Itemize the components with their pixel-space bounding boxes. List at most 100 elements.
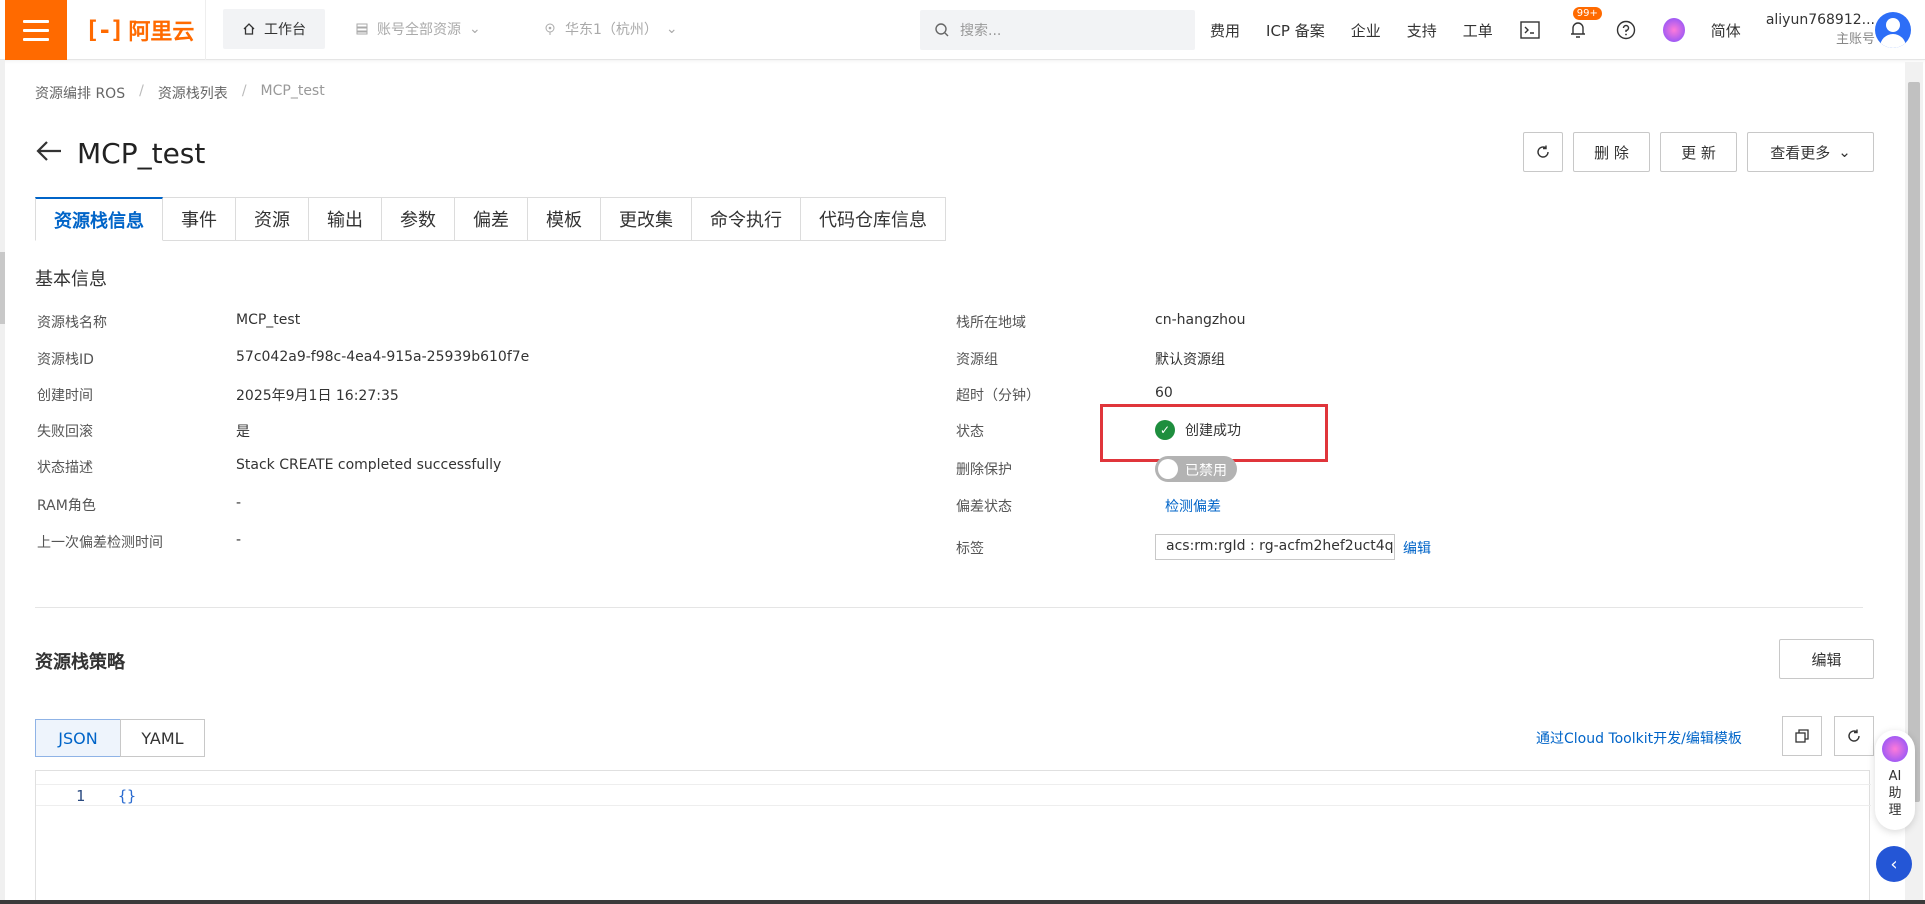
toggle-knob [1158,459,1178,479]
info-label: 删除保护 [956,462,1012,478]
chevron-down-icon: ⌄ [665,21,678,37]
cloud-toolkit-link[interactable]: 通过Cloud Toolkit开发/编辑模板 [1536,728,1742,748]
terminal-icon[interactable] [1519,19,1541,41]
nav-link-enterprise[interactable]: 企业 [1351,20,1381,41]
search-icon [935,23,949,37]
edit-tags-link[interactable]: 编辑 [1403,538,1431,558]
info-value-region: cn-hangzhou [1155,312,1246,328]
username: aliyun768912... [1765,12,1875,28]
info-value-timeout: 60 [1155,385,1173,401]
logo[interactable]: [-] 阿里云 [85,15,194,45]
more-dropdown-button[interactable]: 查看更多 ⌄ [1747,132,1874,172]
nav-link-support[interactable]: 支持 [1407,20,1437,41]
tab-parameters[interactable]: 参数 [382,197,455,241]
code-editor[interactable]: 1 {} [35,770,1871,904]
info-label: 状态 [956,424,984,440]
info-label: 超时（分钟） [956,388,1040,404]
account-scope-label: 账号全部资源 [377,22,461,38]
toggle-text: 已禁用 [1185,463,1227,479]
tab-resources[interactable]: 资源 [236,197,309,241]
info-value-stack-id: 57c042a9-f98c-4ea4-915a-25939b610f7e [236,349,530,365]
highlight-annotation [1100,404,1328,462]
notification-badge: 99+ [1572,7,1602,20]
copy-button[interactable] [1782,716,1822,756]
editor-active-line [36,784,1871,806]
workbench-button[interactable]: 工作台 [223,9,325,49]
workbench-label: 工作台 [264,22,306,38]
divider [205,0,206,60]
info-label: 资源栈名称 [37,315,107,331]
avatar[interactable] [1875,12,1911,48]
breadcrumb: 资源编排 ROS / 资源栈列表 / MCP_test [35,83,325,103]
ai-star-icon[interactable] [1662,18,1685,42]
policy-title: 资源栈策略 [35,652,125,673]
home-icon [243,23,255,35]
breadcrumb-item-ros[interactable]: 资源编排 ROS [35,83,125,103]
info-label: 创建时间 [37,388,93,404]
tab-drift[interactable]: 偏差 [455,197,528,241]
breadcrumb-item-stack-list[interactable]: 资源栈列表 [158,83,228,103]
nav-link-icp[interactable]: ICP 备案 [1266,20,1325,41]
update-button[interactable]: 更 新 [1660,132,1737,172]
help-icon[interactable] [1615,19,1637,41]
tab-events[interactable]: 事件 [163,197,236,241]
tab-yaml[interactable]: YAML [120,719,205,757]
info-value-resource-group: 默认资源组 [1155,352,1225,368]
detect-drift-link[interactable]: 检测偏差 [1165,496,1221,516]
info-value-last-drift: - [236,532,242,548]
sidebar-handle[interactable] [0,252,5,324]
search-input[interactable]: 搜索... [920,10,1195,50]
ai-assistant-button[interactable]: AI 助 理 [1875,730,1915,830]
tab-json[interactable]: JSON [35,719,121,757]
tab-commands[interactable]: 命令执行 [692,197,801,241]
info-label: 偏差状态 [956,499,1012,515]
region-dropdown[interactable]: 华东1（杭州） ⌄ [543,9,678,49]
location-icon [545,23,555,35]
refresh-button[interactable] [1523,132,1563,172]
info-label: 上一次偏差检测时间 [37,535,163,551]
page-title: MCP_test [77,137,206,170]
nav-link-ticket[interactable]: 工单 [1463,20,1493,41]
chevron-left-icon[interactable]: ‹ [1876,846,1912,882]
delete-protection-toggle[interactable]: 已禁用 [1155,456,1237,482]
info-label: 状态描述 [37,460,93,476]
account-scope-dropdown[interactable]: 账号全部资源 ⌄ [355,9,481,49]
tag-chip: acs:rm:rgId : rg-acfm2hef2uct4qy [1155,534,1395,560]
tab-template[interactable]: 模板 [528,197,601,241]
chevron-down-icon: ⌄ [469,21,481,37]
tab-bar: 资源栈信息 事件 资源 输出 参数 偏差 模板 更改集 命令执行 代码仓库信息 [35,197,946,241]
menu-icon[interactable] [5,0,67,60]
info-value-ram-role: - [236,495,242,511]
refresh-icon [1537,145,1549,158]
info-value-stack-name: MCP_test [236,312,301,328]
tab-stack-info[interactable]: 资源栈信息 [35,197,163,241]
reset-button[interactable] [1834,716,1874,756]
breadcrumb-item-current: MCP_test [260,83,325,99]
edit-policy-button[interactable]: 编辑 [1779,639,1874,679]
bell-icon[interactable]: 99+ [1567,7,1602,41]
code-content[interactable]: {} [118,787,136,805]
breadcrumb-separator: / [241,83,247,99]
delete-button[interactable]: 删 除 [1573,132,1650,172]
info-value-status-reason: Stack CREATE completed successfully [236,457,502,473]
nav-link-billing[interactable]: 费用 [1210,20,1240,41]
section-divider [35,607,1863,608]
info-label: 栈所在地域 [956,315,1026,331]
tab-repo-info[interactable]: 代码仓库信息 [801,197,946,241]
scrollbar-thumb[interactable] [1908,82,1920,802]
tab-change-sets[interactable]: 更改集 [601,197,692,241]
search-placeholder: 搜索... [960,23,1002,39]
breadcrumb-separator: / [139,83,144,99]
user-info[interactable]: aliyun768912... 主账号 [1765,10,1875,50]
info-value-created-at: 2025年9月1日 16:27:35 [236,388,399,404]
ai-star-icon [1882,736,1908,762]
back-arrow-icon[interactable] [35,139,63,168]
title-row: MCP_test [35,137,205,170]
language-switch[interactable]: 简体 [1711,20,1741,41]
logo-mark: [-] [85,16,124,44]
tab-outputs[interactable]: 输出 [309,197,382,241]
account-type: 主账号 [1835,32,1875,47]
taskbar-edge [0,900,1925,904]
region-label: 华东1（杭州） [565,22,658,38]
info-label: 标签 [956,541,984,557]
